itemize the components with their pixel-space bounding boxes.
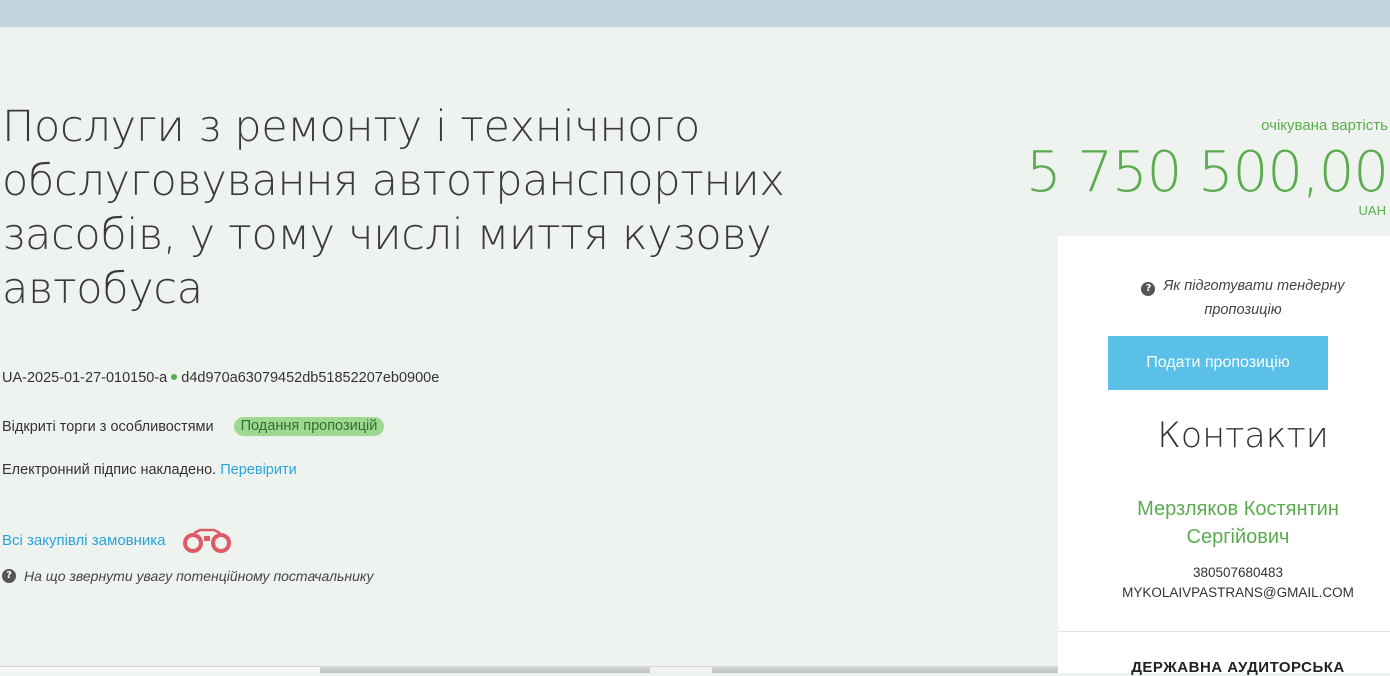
contact-name: Мерзляков Костянтин Сергійович: [1137, 498, 1339, 548]
tender-hash: d4d970a63079452db51852207eb0900e: [181, 370, 440, 386]
tender-id: UA-2025-01-27-010150-a: [2, 370, 168, 386]
signature-line: Електронний підпис накладено. Перевірити: [2, 462, 297, 478]
howto-bid-text[interactable]: Як підготувати тендерну пропозицію: [1163, 278, 1344, 318]
expected-value-amount: 5 750 500,00: [1025, 140, 1389, 205]
procedure-type: Відкриті торги з особливостями: [2, 418, 214, 435]
bid-sidebar-panel: ? Як підготувати тендерну пропозицію Пода…: [1058, 236, 1390, 676]
contact-phone: 380507680483: [1192, 565, 1284, 580]
binoculars-icon[interactable]: [180, 527, 234, 553]
bottom-tab[interactable]: [650, 667, 712, 673]
howto-bid-link[interactable]: ? Як підготувати тендерну пропозицію: [1108, 274, 1378, 322]
bottom-tab[interactable]: [0, 667, 320, 673]
currency-label: UAH: [1358, 203, 1386, 218]
tender-title: Послуги з ремонту і технічного обслугову…: [2, 102, 785, 314]
signature-text: Електронний підпис накладено.: [2, 462, 217, 478]
supplier-hint-text[interactable]: На що звернути увагу потенційному постач…: [24, 568, 374, 584]
verify-signature-link[interactable]: Перевірити: [220, 462, 296, 478]
contact-email: MYKOLAIVPASTRANS@GMAIL.COM: [1122, 585, 1354, 600]
organization-name: ДЕРЖАВНА АУДИТОРСЬКА: [1131, 659, 1345, 676]
procedure-line: Відкриті торги з особливостями Подання п…: [2, 417, 385, 436]
tender-id-line: UA-2025-01-27-010150-a d4d970a63079452db5…: [2, 370, 439, 386]
panel-divider: [1058, 631, 1390, 632]
all-purchases-link[interactable]: Всі закупівлі замовника: [2, 532, 166, 549]
top-nav-bar: [0, 0, 1390, 27]
separator-dot-icon: [171, 374, 178, 381]
submit-bid-button[interactable]: Подати пропозицію: [1108, 336, 1328, 390]
supplier-hint[interactable]: ? На що звернути увагу потенційному пост…: [2, 568, 374, 584]
expected-value-label: очікувана вартість: [1261, 117, 1388, 134]
contacts-heading: Контакти: [1157, 416, 1329, 456]
question-circle-icon: ?: [1141, 282, 1156, 296]
all-purchases-row: Всі закупівлі замовника: [2, 527, 234, 553]
question-circle-icon: ?: [2, 569, 16, 583]
status-badge: Подання пропозицій: [233, 417, 385, 436]
